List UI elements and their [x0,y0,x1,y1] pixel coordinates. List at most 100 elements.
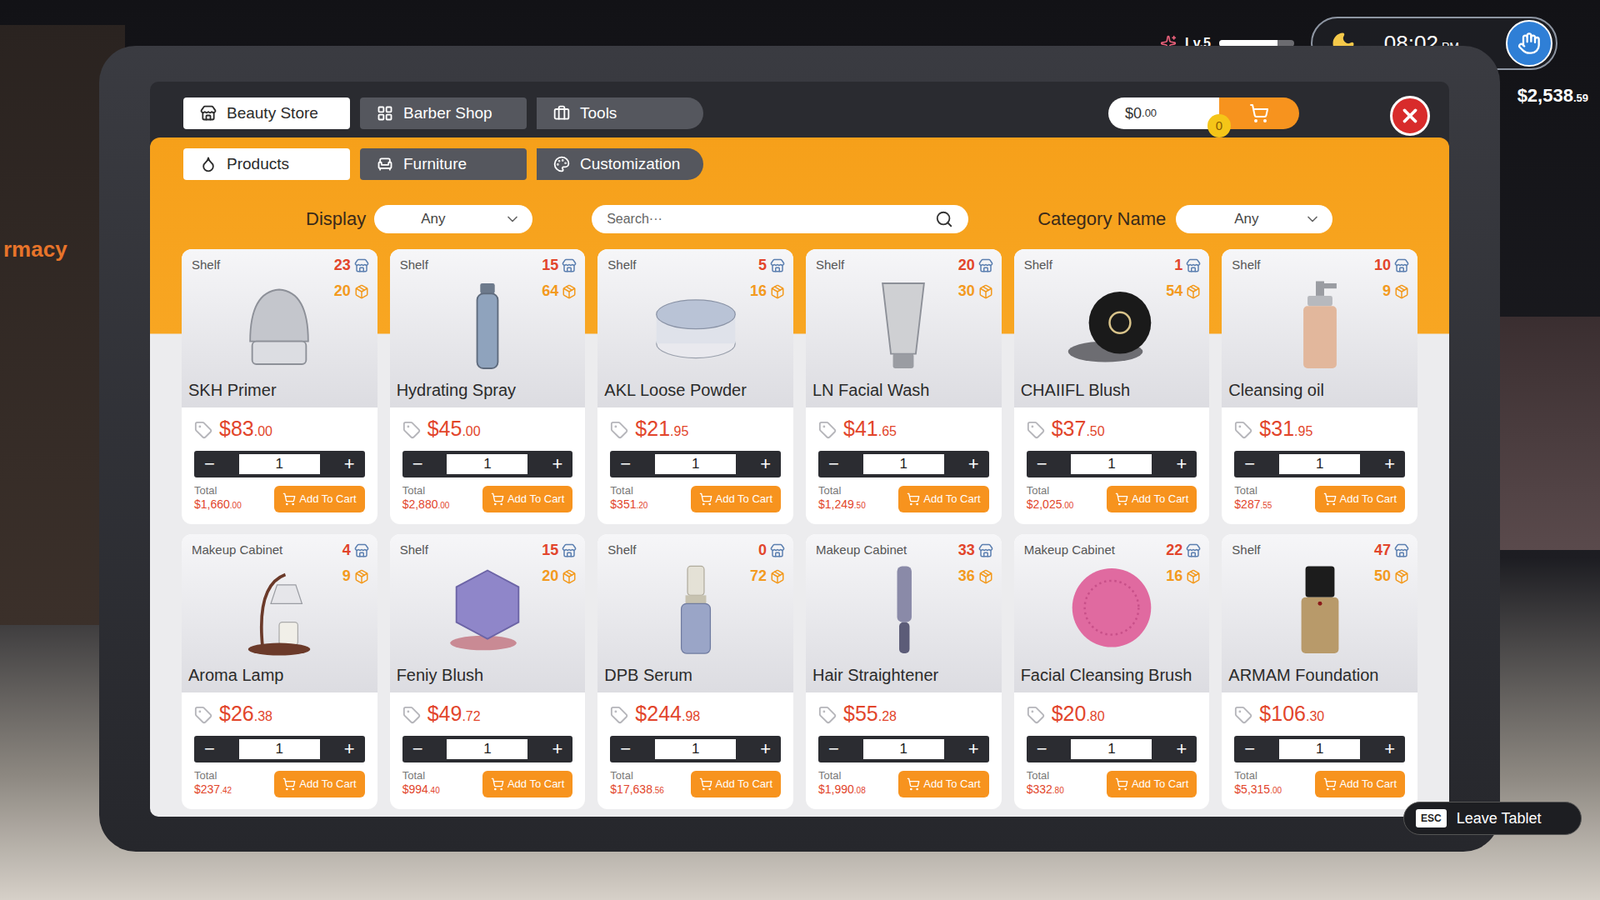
avatar-icon [1517,31,1541,55]
shelf-icon [770,258,785,274]
scene-sign: rmacy [3,233,68,266]
category-dropdown[interactable]: Any [1175,205,1333,234]
search-icon [935,210,954,229]
minus-button[interactable]: − [412,740,424,759]
minus-button[interactable]: − [1244,455,1255,474]
cart-total: $0.00 [1108,97,1220,130]
total-value: $1,249.50 [818,497,866,513]
price: $41.65 [843,415,897,445]
search-field[interactable]: Search··· [591,205,969,234]
quantity-input[interactable]: 1 [239,454,320,475]
tab-icon [376,155,394,173]
shelf-stock: 23 [334,254,370,277]
plus-button[interactable]: + [760,455,771,474]
display-dropdown[interactable]: Any [374,205,533,234]
add-to-cart-button[interactable]: Add To Cart [898,770,989,798]
minus-button[interactable]: − [204,740,215,759]
box-icon [978,284,994,300]
plus-button[interactable]: + [344,740,355,759]
plus-button[interactable]: + [551,740,563,759]
quantity-input[interactable]: 1 [655,739,736,760]
tab[interactable]: Furniture [360,148,527,180]
product-name: Hair Straightener [805,662,1002,693]
minus-button[interactable]: − [828,455,840,474]
minus-button[interactable]: − [828,740,840,759]
add-to-cart-button[interactable]: Add To Cart [274,485,365,513]
plus-button[interactable]: + [968,740,980,759]
cart-icon [282,777,296,791]
minus-button[interactable]: − [620,455,631,474]
stock-counts: 072 [750,539,785,588]
quantity-input[interactable]: 1 [1070,739,1152,760]
price-row: $31.95 [1234,415,1405,445]
product-card: Makeup Cabinet3336Hair Straightener$55.2… [805,534,1002,810]
minus-button[interactable]: − [412,455,424,474]
add-to-cart-button[interactable]: Add To Cart [1106,770,1197,798]
display-label: Display [305,205,366,233]
plus-button[interactable]: + [1175,740,1187,759]
cart[interactable]: $0.000 [1108,97,1300,130]
tab[interactable]: Barber Shop [360,97,527,130]
quantity-input[interactable]: 1 [1279,739,1360,760]
cart-count-badge: 0 [1207,114,1231,138]
storage-stock: 16 [750,280,785,303]
plus-button[interactable]: + [551,455,563,474]
add-to-cart-button[interactable]: Add To Cart [1315,770,1405,798]
shelf-icon [770,543,785,559]
tab[interactable]: Tools [536,97,704,130]
minus-button[interactable]: − [1036,455,1048,474]
plus-button[interactable]: + [1384,740,1395,759]
tab[interactable]: Customization [536,148,704,180]
price-tag-icon [610,420,629,440]
quantity-input[interactable]: 1 [239,739,320,760]
tab[interactable]: Beauty Store [183,97,350,130]
minus-button[interactable]: − [204,455,215,474]
stock-counts: 109 [1374,254,1410,303]
price-tag-icon [1234,420,1253,440]
shelf-stock: 15 [541,254,577,277]
stock-counts: 4750 [1374,539,1410,588]
quantity-input[interactable]: 1 [1279,454,1360,475]
price: $20.80 [1051,700,1105,730]
product-card: Shelf072DPB Serum$244.98−1+Total$17,638.… [597,534,794,810]
close-button[interactable] [1390,95,1430,136]
chevron-down-icon [504,210,521,228]
add-to-cart-button[interactable]: Add To Cart [690,485,781,513]
plus-button[interactable]: + [1384,455,1395,474]
add-to-cart-button[interactable]: Add To Cart [898,485,989,513]
quantity-stepper: − 1 + [818,450,990,478]
price-row: $41.65 [818,415,990,445]
avatar[interactable] [1505,20,1553,67]
plus-button[interactable]: + [344,455,355,474]
minus-button[interactable]: − [1244,740,1255,759]
add-to-cart-button[interactable]: Add To Cart [482,485,573,513]
quantity-input[interactable]: 1 [655,454,736,475]
product-visual: Shelf4750ARMAM Foundation [1221,534,1418,693]
plus-button[interactable]: + [1175,455,1187,474]
quantity-input[interactable]: 1 [863,739,945,760]
quantity-input[interactable]: 1 [446,739,528,760]
cart-button[interactable]: 0 [1219,97,1300,130]
tab[interactable]: Products [183,148,350,180]
add-to-cart-button[interactable]: Add To Cart [274,770,365,798]
add-to-cart-button[interactable]: Add To Cart [690,770,781,798]
plus-button[interactable]: + [968,455,980,474]
price-tag-icon [1234,705,1253,725]
total-label: Total [402,484,450,498]
product-visual: Shelf1564Hydrating Spray [390,249,586,408]
price: $49.72 [427,700,481,730]
add-to-cart-button[interactable]: Add To Cart [1315,485,1405,513]
product-image-icon [1057,279,1166,373]
tab-label: Customization [580,152,680,177]
add-to-cart-button[interactable]: Add To Cart [1106,485,1197,513]
leave-tablet-button[interactable]: ESCLeave Tablet [1403,801,1582,835]
box-icon [770,284,785,300]
quantity-input[interactable]: 1 [863,454,945,475]
product-visual: Shelf516AKL Loose Powder [597,249,794,408]
minus-button[interactable]: − [1036,740,1048,759]
quantity-input[interactable]: 1 [446,454,528,475]
add-to-cart-button[interactable]: Add To Cart [482,770,573,798]
quantity-input[interactable]: 1 [1070,454,1152,475]
minus-button[interactable]: − [620,740,631,759]
plus-button[interactable]: + [760,740,771,759]
